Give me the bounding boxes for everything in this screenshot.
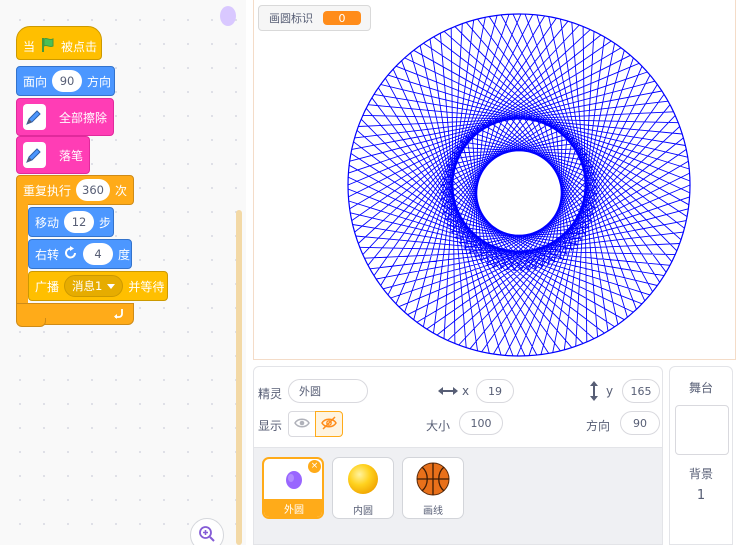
basketball-thumbnail [403,458,463,500]
pen-extension-icon [23,142,46,168]
backdrop-label: 背景 [688,467,713,481]
yellow-ball-thumbnail [333,458,393,500]
sprite-name-input[interactable]: 外圆 [288,379,368,403]
degrees-input[interactable]: 4 [83,243,114,265]
when-flag-prefix: 当 [23,39,36,54]
direction-input[interactable]: 90 [52,70,83,92]
stage-thumbnail[interactable] [675,405,729,455]
when-flag-clicked-block[interactable]: 当 被点击 [16,26,102,60]
x-label: x [462,384,470,398]
pen-extension-icon [23,104,46,130]
code-area[interactable]: 当 被点击 面向 90 方向 全部擦除 落笔 重复执行 360 次 移动 12 … [0,0,246,545]
eye-icon [294,417,310,432]
broadcast-suffix: 并等待 [128,279,165,294]
show-label: 显示 [258,419,283,433]
turn-right-block[interactable]: 右转 4 度 [28,239,132,269]
size-label: 大小 [426,419,451,433]
x-arrows-icon [438,385,458,400]
direction-input[interactable]: 90 [620,411,660,435]
sprite-card-inner-circle[interactable]: 内圆 [332,457,394,519]
point-direction-prefix: 面向 [23,74,48,89]
direction-label: 方向 [586,419,611,433]
when-flag-suffix: 被点击 [61,39,98,54]
repeat-suffix: 次 [114,183,127,198]
loop-arrow-icon [113,307,125,322]
stage-target-pane[interactable]: 舞台 背景 1 [669,366,733,545]
erase-all-block[interactable]: 全部擦除 [16,98,114,136]
y-arrows-icon [588,381,600,404]
sprite-card-name: 内圆 [353,505,373,517]
x-input[interactable]: 19 [476,379,514,403]
sprite-card-name: 外圆 [264,499,322,517]
repeat-prefix: 重复执行 [23,183,72,198]
repeat-count-input[interactable]: 360 [76,179,110,201]
y-input[interactable]: 165 [622,379,660,403]
steps-input[interactable]: 12 [64,211,95,233]
sprite-info-pane: 精灵 外圆 x 19 y 165 显示 大小 100 方向 90 × 外圆 内圆… [253,366,663,545]
rotate-right-icon [64,245,78,263]
pen-down-block[interactable]: 落笔 [16,136,90,174]
eye-slash-icon [321,415,337,433]
green-flag-icon [40,37,56,56]
sprite-label: 精灵 [258,387,283,401]
drawing-outer-chords [347,13,691,357]
code-scrollbar[interactable] [236,210,242,545]
stage[interactable]: 画圆标识 0 [253,0,736,360]
point-in-direction-block[interactable]: 面向 90 方向 [16,66,115,96]
move-prefix: 移动 [35,215,60,230]
repeat-block[interactable]: 重复执行 360 次 [16,175,134,205]
sprite-card-outer-circle[interactable]: × 外圆 [262,457,324,519]
zoom-in-icon [198,525,216,545]
y-label: y [606,384,614,398]
repeat-c-arm [16,204,28,304]
broadcast-prefix: 广播 [35,279,60,294]
chevron-down-icon [107,279,116,293]
sprite-card-name: 画线 [423,505,443,517]
zoom-in-button[interactable] [190,518,224,545]
hide-sprite-button[interactable] [315,411,343,437]
broadcast-and-wait-block[interactable]: 广播 消息1 并等待 [28,271,168,301]
close-icon: × [310,461,319,471]
move-suffix: 步 [99,215,112,230]
message-dropdown[interactable]: 消息1 [64,275,124,297]
sprite-list: × 外圆 内圆 画线 [254,447,662,544]
backdrop-count: 1 [696,488,706,503]
turn-prefix: 右转 [35,247,60,262]
stage-pane-title: 舞台 [688,381,713,395]
pen-drawing-spirograph [347,13,691,357]
message-name: 消息1 [72,279,103,293]
point-direction-suffix: 方向 [87,74,112,89]
delete-sprite-button[interactable]: × [308,460,321,473]
monitor-label: 画圆标识 [269,12,313,25]
turn-suffix: 度 [118,247,131,262]
sprite-card-draw-line[interactable]: 画线 [402,457,464,519]
size-input[interactable]: 100 [459,411,503,435]
repeat-c-foot-tab [16,318,46,327]
move-steps-block[interactable]: 移动 12 步 [28,207,114,237]
erase-all-label: 全部擦除 [58,110,107,125]
sprite-indicator [220,6,236,26]
pen-down-label: 落笔 [58,148,83,163]
show-sprite-button[interactable] [288,411,316,437]
